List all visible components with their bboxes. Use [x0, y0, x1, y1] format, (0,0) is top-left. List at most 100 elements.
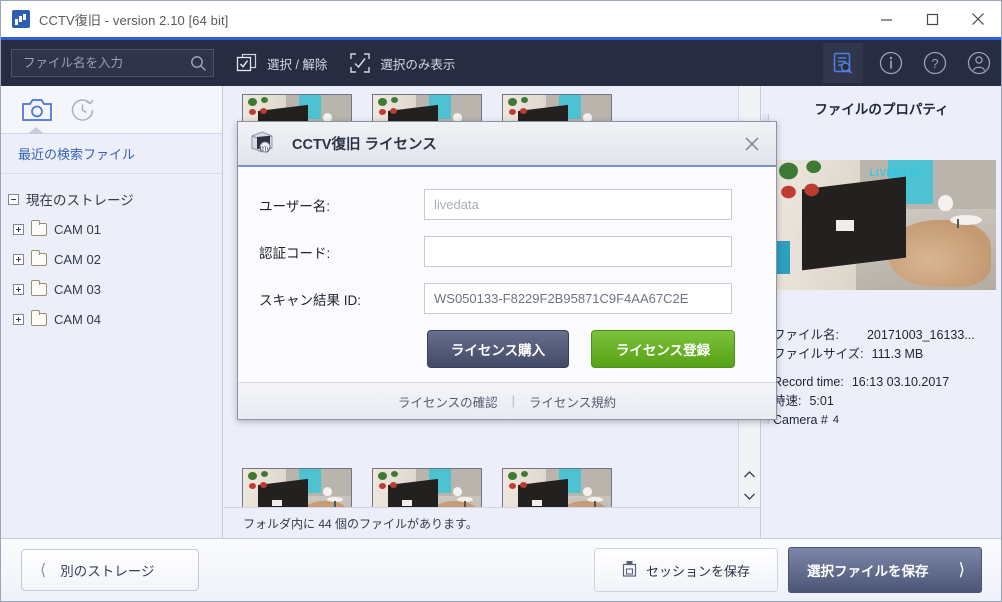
dialog-title: CCTV復旧 ライセンス [292, 137, 437, 153]
property-value: 5:01 [809, 394, 834, 408]
footer-separator: | [511, 394, 515, 408]
close-button[interactable] [955, 1, 1001, 37]
field-row-username: ユーザー名: livedata [238, 189, 776, 220]
license-dialog: my CCTV復旧 ライセンス ユーザー名: livedata 認証コード: ス… [237, 121, 777, 420]
other-storage-label: 別のストレージ [60, 564, 155, 579]
toolbar-right-icons: ? [823, 40, 1001, 86]
register-license-button[interactable]: ライセンス登録 [591, 330, 735, 368]
search-box[interactable] [11, 49, 214, 77]
dialog-footer: ライセンスの確認 | ライセンス規約 [238, 382, 776, 419]
select-toggle-label: 選択 / 解除 [267, 57, 328, 72]
cam-label: CAM 02 [54, 251, 101, 267]
account-icon[interactable] [957, 40, 1001, 86]
properties-list: ファイル名: 20171003_16133... ファイルサイズ: 111.3 … [773, 326, 995, 430]
other-storage-button[interactable]: ⟨ 別のストレージ [21, 549, 199, 591]
property-row-filename: ファイル名: 20171003_16133... [773, 326, 995, 345]
sidebar-item-recent-files[interactable]: 最近の検索ファイル [1, 134, 222, 174]
svg-text:my: my [260, 144, 271, 153]
chevron-right-icon: ⟩ [958, 560, 965, 579]
search-input[interactable] [21, 55, 190, 71]
preview-image: LIVEDATA [770, 160, 996, 290]
document-search-icon[interactable] [823, 43, 863, 83]
page-title: ファイルのプロパティ [814, 102, 949, 117]
chevron-up-icon [744, 470, 755, 477]
tree-node-cam-01[interactable]: CAM 01 [1, 214, 222, 244]
expand-icon[interactable] [13, 313, 24, 325]
folder-icon [31, 219, 47, 236]
license-terms-link[interactable]: ライセンス規約 [529, 392, 616, 411]
show-selected-label: 選択のみ表示 [380, 57, 456, 72]
camera-icon [22, 98, 52, 121]
scan-id-value: WS050133-F8229F2B95871C9F4AA67C2E [434, 291, 689, 306]
sidebar: 最近の検索ファイル 現在のストレージ CAM 01 CAM 02 CAM 03 [1, 86, 223, 538]
scan-id-field[interactable]: WS050133-F8229F2B95871C9F4AA67C2E [424, 283, 732, 314]
maximize-button[interactable] [909, 1, 955, 37]
checkbox-dashed-icon [349, 52, 371, 74]
preview-watermark: LIVEDATA [869, 167, 922, 179]
username-field[interactable]: livedata [424, 189, 732, 220]
application-window: CCTV復旧 - version 2.10 [64 bit] ファイル名を入力 … [0, 0, 1002, 602]
save-session-icon [622, 560, 637, 580]
window-controls [863, 1, 1001, 37]
save-selected-button[interactable]: 選択ファイルを保存 ⟩ [788, 547, 982, 593]
property-row-filesize: ファイルサイズ: 111.3 MB [773, 345, 995, 364]
expand-icon[interactable] [13, 223, 24, 235]
cam-label: CAM 01 [54, 221, 101, 237]
app-icon [12, 10, 30, 28]
scroll-down-button[interactable] [739, 485, 760, 507]
dialog-buttons: ライセンス購入 ライセンス登録 [238, 330, 776, 368]
save-session-button[interactable]: セッションを保存 [594, 548, 778, 592]
save-session-label: セッションを保存 [645, 563, 750, 579]
license-server-key-icon: my [248, 129, 282, 159]
property-value: 16:13 03.10.2017 [851, 375, 950, 389]
main-toolbar: 選択 / 解除 選択のみ表示 [1, 40, 1001, 86]
property-row-speed: 時速: 5:01 [773, 392, 995, 411]
folder-icon [31, 279, 47, 296]
status-bar: フォルダ内に 44 個のファイルがあります。 [224, 507, 760, 538]
folder-icon [31, 249, 47, 266]
list-item[interactable]: 20171003_16073... [364, 468, 490, 507]
list-item[interactable]: 20171003_16073... [234, 468, 360, 507]
dialog-header: my CCTV復旧 ライセンス [238, 122, 776, 167]
tree-node-cam-04[interactable]: CAM 04 [1, 304, 222, 334]
dialog-close-button[interactable] [738, 131, 766, 157]
scroll-up-button[interactable] [739, 463, 760, 485]
cam-label: CAM 04 [54, 311, 101, 327]
minimize-button[interactable] [863, 1, 909, 37]
clock-history-icon [71, 98, 94, 121]
list-item[interactable]: 20171003_16060... [494, 468, 620, 507]
recent-files-label: 最近の検索ファイル [18, 147, 136, 162]
field-row-auth-code: 認証コード: [238, 236, 776, 267]
tree-node-cam-02[interactable]: CAM 02 [1, 244, 222, 274]
close-icon [745, 137, 759, 151]
check-license-link[interactable]: ライセンスの確認 [398, 392, 498, 411]
expand-icon[interactable] [13, 283, 24, 295]
select-toggle-button[interactable]: 選択 / 解除 [236, 52, 327, 74]
tree-node-current-storage[interactable]: 現在のストレージ [1, 184, 222, 214]
svg-text:?: ? [931, 56, 938, 71]
thumbnail-image[interactable] [372, 468, 482, 507]
info-icon[interactable] [869, 40, 913, 86]
window-title: CCTV復旧 - version 2.10 [64 bit] [39, 12, 229, 28]
save-selected-label: 選択ファイルを保存 [807, 564, 929, 579]
property-row-record-time: Record time: 16:13 03.10.2017 [773, 373, 995, 392]
search-icon [191, 55, 206, 71]
thumbnail-image[interactable] [502, 468, 612, 507]
file-count-status: フォルダ内に 44 個のファイルがあります。 [243, 516, 478, 531]
show-selected-button[interactable]: 選択のみ表示 [349, 52, 455, 74]
thumbnail-image[interactable] [242, 468, 352, 507]
checkbox-stack-icon [236, 52, 258, 74]
tree-node-cam-03[interactable]: CAM 03 [1, 274, 222, 304]
active-tab-indicator [28, 127, 44, 134]
auth-code-field[interactable] [424, 236, 732, 267]
expand-icon[interactable] [13, 253, 24, 265]
scan-id-label: スキャン結果 ID: [259, 292, 362, 308]
username-label: ユーザー名: [259, 198, 330, 214]
sidebar-item-history[interactable] [60, 90, 106, 130]
property-value: 111.3 MB [871, 347, 924, 361]
property-key: 時速: [773, 394, 802, 408]
collapse-icon[interactable] [8, 193, 19, 205]
help-icon[interactable]: ? [913, 40, 957, 86]
buy-license-button[interactable]: ライセンス購入 [427, 330, 569, 368]
sidebar-item-camera[interactable] [14, 90, 60, 130]
